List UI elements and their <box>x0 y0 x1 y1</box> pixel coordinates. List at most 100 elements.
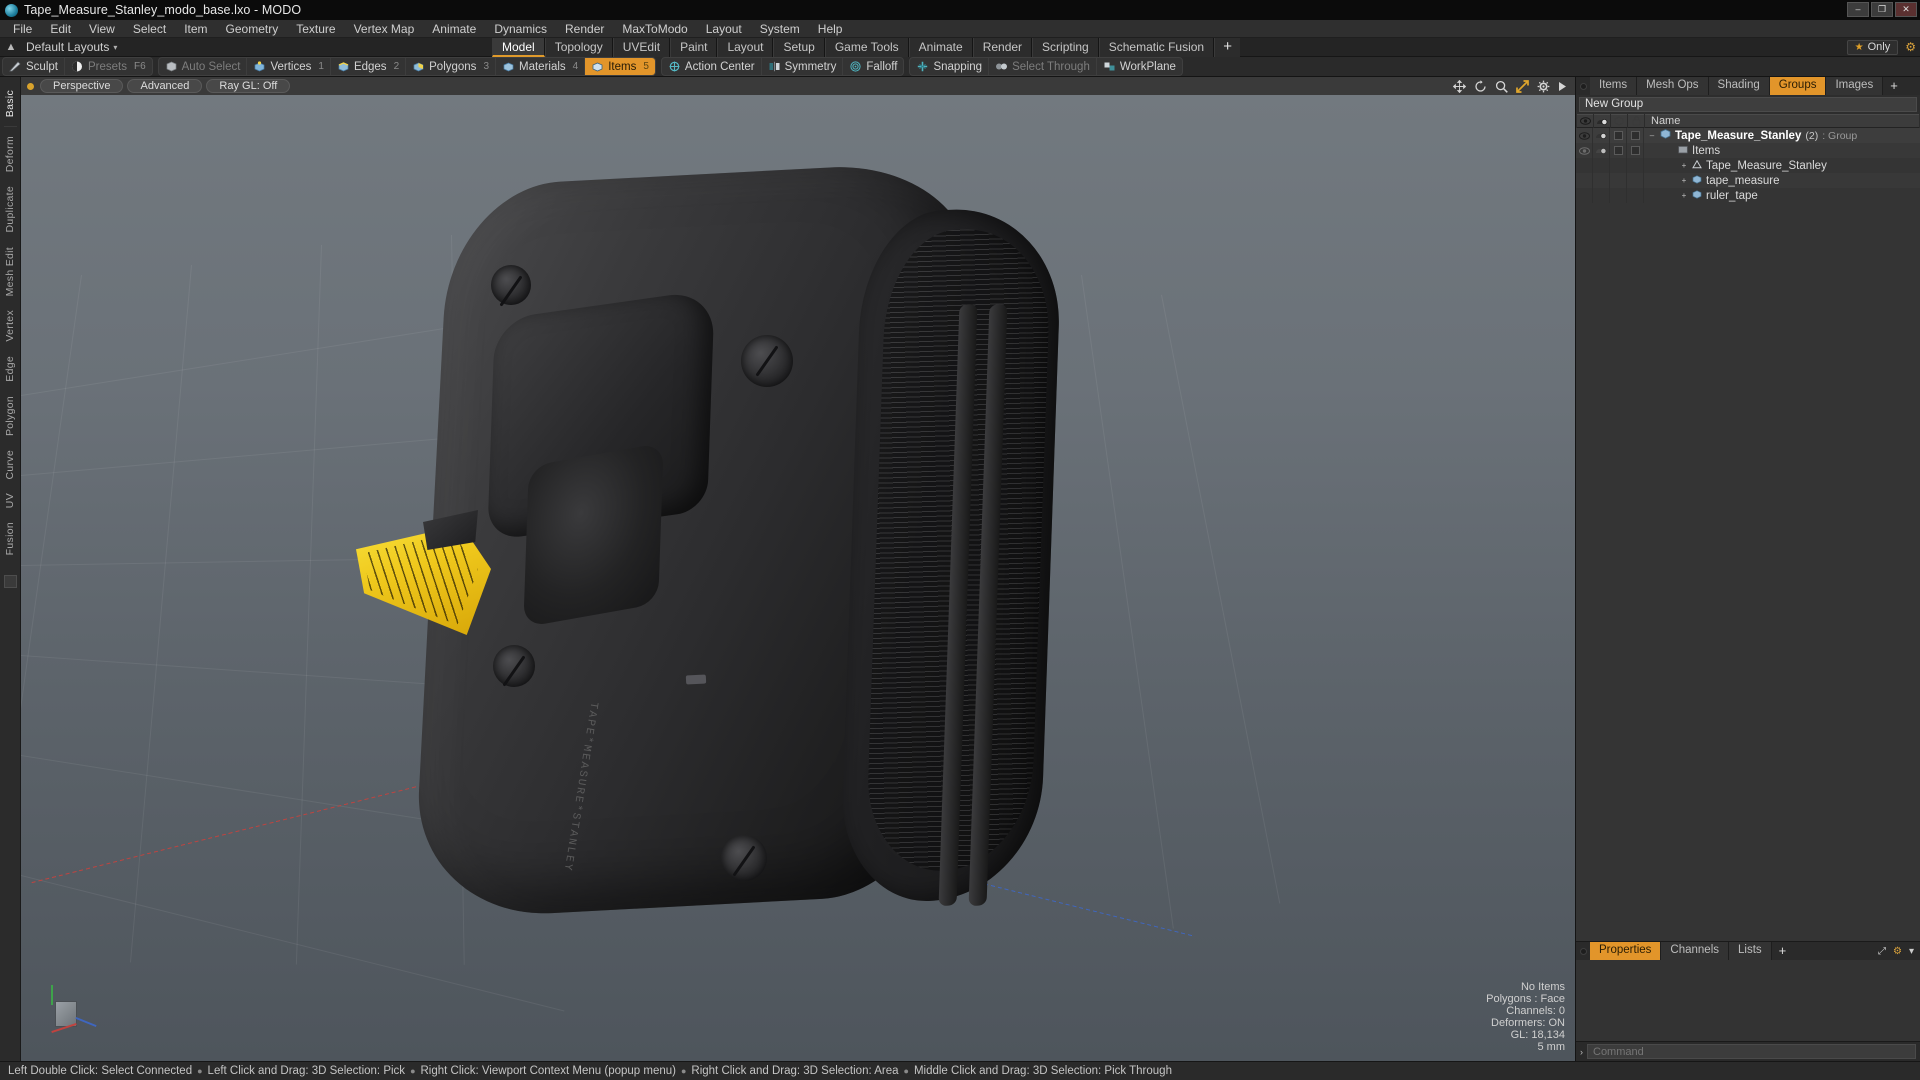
tab-animate[interactable]: Animate <box>908 38 973 57</box>
column-lock-icon[interactable] <box>1628 114 1645 128</box>
sidebar-item-deform[interactable]: Deform <box>4 129 16 179</box>
table-row[interactable]: Items <box>1576 143 1920 158</box>
command-input[interactable] <box>1587 1044 1916 1059</box>
row-visibility-eye-icon[interactable] <box>1576 158 1593 173</box>
auto-select-button[interactable]: Auto Select <box>159 58 248 75</box>
group-tree[interactable]: – Tape_Measure_Stanley (2) : Group Items… <box>1576 128 1920 941</box>
row-visibility-eye-icon[interactable] <box>1576 128 1593 143</box>
action-center-button[interactable]: Action Center <box>662 58 762 75</box>
menu-file[interactable]: File <box>4 20 41 38</box>
sidebar-item-mesh-edit[interactable]: Mesh Edit <box>4 240 16 303</box>
sidebar-item-uv[interactable]: UV <box>4 486 16 515</box>
add-panel-tab-button[interactable]: + <box>1883 77 1905 95</box>
menu-vertex-map[interactable]: Vertex Map <box>345 20 424 38</box>
maximize-button[interactable]: ❐ <box>1871 2 1893 17</box>
view-type-button[interactable]: Perspective <box>40 79 124 93</box>
menu-help[interactable]: Help <box>809 20 852 38</box>
row-lock-cell[interactable] <box>1627 173 1644 188</box>
move-icon[interactable] <box>1453 79 1466 93</box>
sidebar-item-duplicate[interactable]: Duplicate <box>4 179 16 239</box>
sidebar-item-vertex[interactable]: Vertex <box>4 303 16 349</box>
materials-button[interactable]: Materials 4 <box>496 58 586 75</box>
tab-channels[interactable]: Channels <box>1661 942 1730 960</box>
tree-item-items-folder[interactable]: Items <box>1644 145 1920 157</box>
table-row[interactable]: + tape_measure <box>1576 173 1920 188</box>
add-properties-tab-button[interactable]: + <box>1771 942 1794 960</box>
menu-dynamics[interactable]: Dynamics <box>485 20 556 38</box>
column-visibility-eye-icon[interactable] <box>1577 114 1594 128</box>
tree-item-locator[interactable]: + Tape_Measure_Stanley <box>1644 159 1920 172</box>
raygl-button[interactable]: Ray GL: Off <box>206 79 291 93</box>
tab-model[interactable]: Model <box>492 38 545 57</box>
panel-menu-dot[interactable] <box>1576 82 1590 90</box>
table-row[interactable]: – Tape_Measure_Stanley (2) : Group <box>1576 128 1920 143</box>
row-visibility-eye-icon[interactable] <box>1576 188 1593 203</box>
menu-item[interactable]: Item <box>175 20 216 38</box>
gear-icon[interactable] <box>1537 80 1550 93</box>
tab-lists[interactable]: Lists <box>1729 942 1772 960</box>
minimize-button[interactable]: – <box>1847 2 1869 17</box>
expand-icon[interactable]: ⤢ <box>1878 946 1886 957</box>
tab-game-tools[interactable]: Game Tools <box>824 38 909 57</box>
row-shape-checkbox[interactable] <box>1610 128 1627 143</box>
expander-icon[interactable]: – <box>1648 131 1656 140</box>
tab-uvedit[interactable]: UVEdit <box>612 38 671 57</box>
zoom-icon[interactable] <box>1495 80 1508 93</box>
gear-icon[interactable]: ⚙ <box>1905 40 1916 54</box>
default-layouts-label[interactable]: Default Layouts <box>22 40 109 54</box>
menu-maxtomodo[interactable]: MaxToModo <box>613 20 696 38</box>
falloff-button[interactable]: Falloff <box>843 58 903 75</box>
menu-edit[interactable]: Edit <box>41 20 80 38</box>
presets-button[interactable]: Presets F6 <box>65 58 152 75</box>
column-render-toggle-icon[interactable] <box>1594 114 1611 128</box>
tab-shading[interactable]: Shading <box>1708 77 1770 95</box>
tab-topology[interactable]: Topology <box>544 38 613 57</box>
menu-select[interactable]: Select <box>124 20 175 38</box>
3d-viewport[interactable]: TAPE*MEASURE*STANLEY No Items Polygons :… <box>21 95 1575 1061</box>
sculpt-button[interactable]: Sculpt <box>3 58 65 75</box>
column-item-shape-icon[interactable] <box>1611 114 1628 128</box>
menu-render[interactable]: Render <box>556 20 613 38</box>
tree-item-group[interactable]: – Tape_Measure_Stanley (2) : Group <box>1644 129 1920 142</box>
row-shape-cell[interactable] <box>1610 188 1627 203</box>
row-render-toggle-icon[interactable] <box>1593 188 1610 203</box>
sidebar-item-edge[interactable]: Edge <box>4 349 16 389</box>
select-through-button[interactable]: Select Through <box>989 58 1097 75</box>
only-toggle[interactable]: ★ Only <box>1846 39 1899 55</box>
row-visibility-eye-icon[interactable] <box>1576 143 1593 158</box>
properties-body[interactable] <box>1576 960 1920 1041</box>
tab-paint[interactable]: Paint <box>670 38 718 57</box>
expander-icon[interactable]: + <box>1680 176 1688 185</box>
row-render-toggle-icon[interactable] <box>1593 143 1610 158</box>
tab-schematic-fusion[interactable]: Schematic Fusion <box>1098 38 1215 57</box>
rotate-icon[interactable] <box>1474 79 1487 93</box>
tab-setup[interactable]: Setup <box>773 38 825 57</box>
sidebar-item-basic[interactable]: Basic <box>4 83 16 124</box>
tree-item-mesh-tape-measure[interactable]: + tape_measure <box>1644 175 1920 187</box>
vertices-button[interactable]: Vertices 1 <box>247 58 331 75</box>
tab-mesh-ops[interactable]: Mesh Ops <box>1637 77 1709 95</box>
menu-texture[interactable]: Texture <box>287 20 344 38</box>
new-group-button[interactable]: New Group <box>1579 97 1917 112</box>
tab-images[interactable]: Images <box>1826 77 1884 95</box>
polygons-button[interactable]: Polygons 3 <box>406 58 496 75</box>
row-visibility-eye-icon[interactable] <box>1576 173 1593 188</box>
row-lock-checkbox[interactable] <box>1627 128 1644 143</box>
tab-render[interactable]: Render <box>972 38 1033 57</box>
gear-icon[interactable]: ⚙ <box>1893 946 1902 957</box>
tab-scripting[interactable]: Scripting <box>1032 38 1099 57</box>
close-button[interactable]: ✕ <box>1895 2 1917 17</box>
properties-menu-dot[interactable] <box>1576 947 1590 955</box>
menu-system[interactable]: System <box>751 20 809 38</box>
sidebar-item-polygon[interactable]: Polygon <box>4 389 16 443</box>
workplane-button[interactable]: WorkPlane <box>1097 58 1182 75</box>
sidebar-item-curve[interactable]: Curve <box>4 443 16 487</box>
snapping-button[interactable]: Snapping <box>910 58 990 75</box>
row-render-toggle-icon[interactable] <box>1593 158 1610 173</box>
row-render-toggle-icon[interactable] <box>1593 128 1610 143</box>
items-button[interactable]: Items 5 <box>585 58 655 75</box>
table-row[interactable]: + ruler_tape <box>1576 188 1920 203</box>
menu-geometry[interactable]: Geometry <box>217 20 288 38</box>
tab-items[interactable]: Items <box>1590 77 1638 95</box>
tab-layout[interactable]: Layout <box>717 38 774 57</box>
